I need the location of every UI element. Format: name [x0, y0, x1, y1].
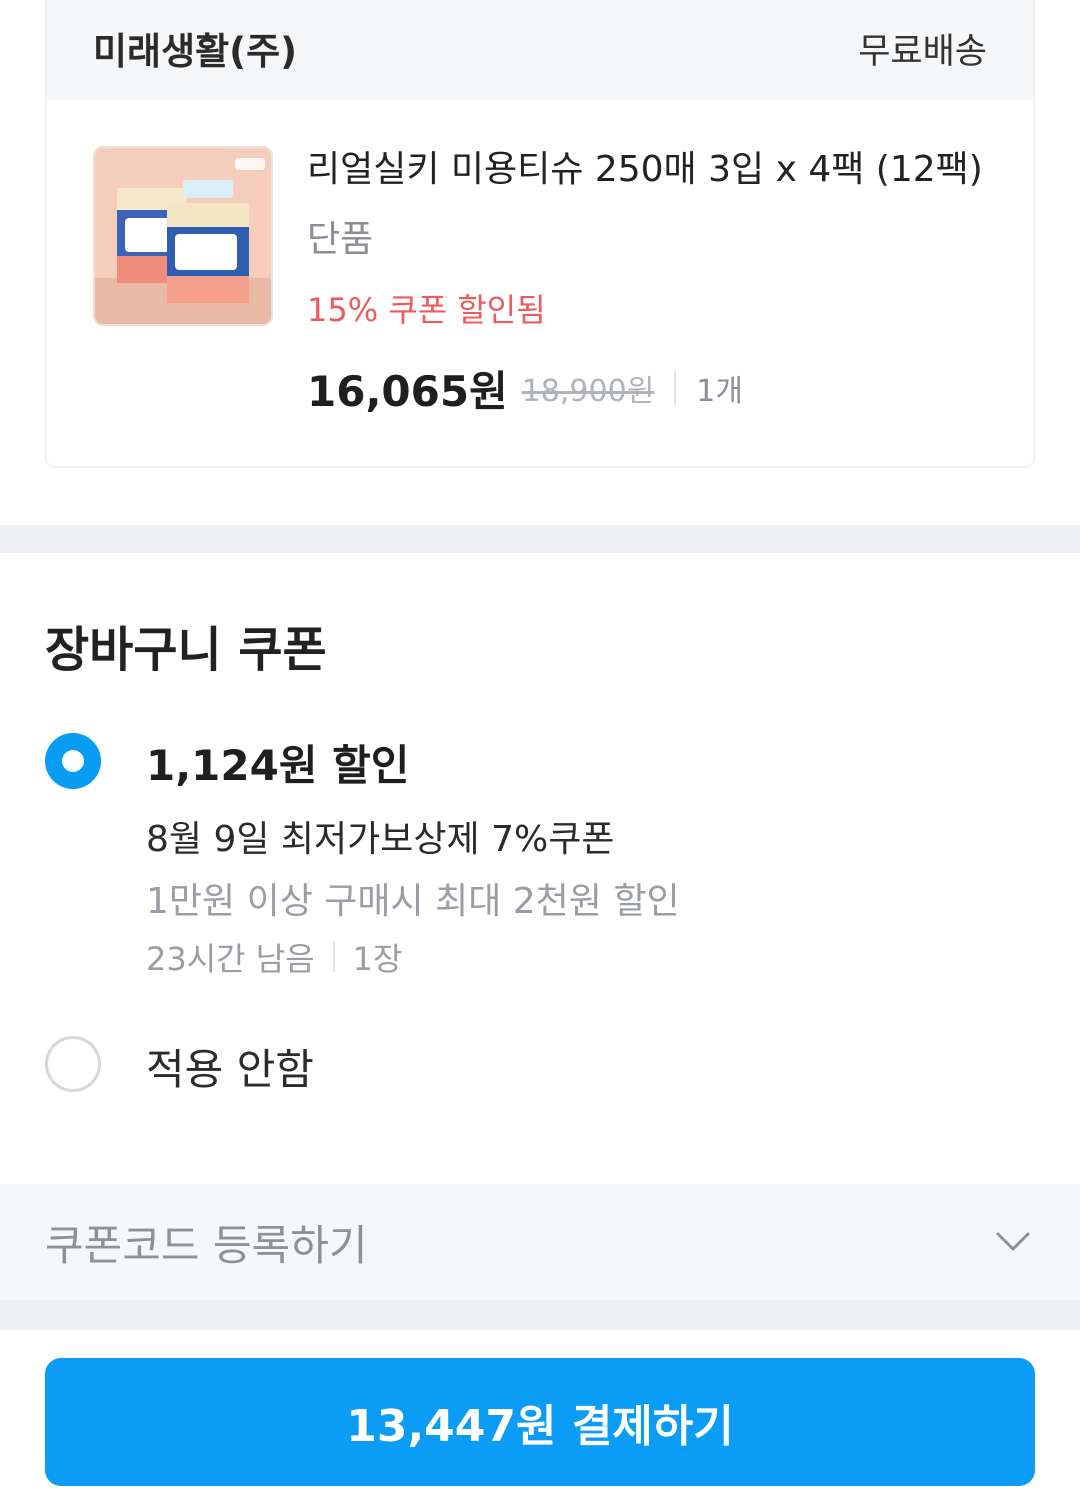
coupon-discount-amount[interactable]: 1,124원 할인	[146, 732, 409, 793]
coupon-name: 8월 9일 최저가보상제 7%쿠폰	[146, 819, 615, 860]
product-name[interactable]: 리얼실키 미용티슈 250매 3입 x 4팩 (12팩)	[307, 146, 1013, 194]
coupon-radio-selected[interactable]	[45, 733, 101, 789]
chevron-down-icon[interactable]	[991, 1220, 1035, 1264]
section-divider	[0, 1300, 1080, 1330]
coupon-count: 1장	[352, 940, 403, 978]
cart-coupon-title: 장바구니 쿠폰	[45, 622, 327, 678]
section-divider	[0, 525, 1080, 553]
pay-button[interactable]: 13,447원 결제하기	[45, 1358, 1035, 1486]
seller-card: 미래생활(주) 무료배송 리얼실키 미용티슈 250매 3입 x 4팩 (12팩…	[45, 0, 1035, 468]
coupon-code-label: 쿠폰코드 등록하기	[45, 1220, 368, 1270]
coupon-applied-text: 15% 쿠폰 할인됨	[307, 291, 546, 329]
price-final: 16,065원	[307, 366, 508, 416]
divider	[674, 371, 677, 405]
product-thumbnail[interactable]	[93, 146, 273, 326]
product-option: 단품	[307, 219, 374, 260]
no-coupon-option[interactable]: 적용 안함	[146, 1036, 314, 1097]
product-info: 리얼실키 미용티슈 250매 3입 x 4팩 (12팩) 단품 15% 쿠폰 할…	[307, 146, 1013, 416]
coupon-condition: 1만원 이상 구매시 최대 2천원 할인	[146, 881, 680, 922]
seller-name: 미래생활(주)	[93, 30, 298, 73]
product-row: 리얼실키 미용티슈 250매 3입 x 4팩 (12팩) 단품 15% 쿠폰 할…	[47, 100, 1033, 466]
divider	[332, 942, 335, 972]
quantity: 1개	[696, 374, 743, 409]
price-original: 18,900원	[521, 374, 655, 409]
shipping-badge: 무료배송	[858, 31, 987, 72]
coupon-radio-none[interactable]	[45, 1036, 101, 1092]
coupon-meta: 23시간 남음 1장	[146, 932, 402, 982]
coupon-time-left: 23시간 남음	[146, 940, 315, 978]
seller-header: 미래생활(주) 무료배송	[47, 0, 1033, 100]
tissue-box-icon	[95, 148, 271, 324]
price-row: 16,065원 18,900원 1개	[307, 360, 1013, 416]
coupon-code-toggle[interactable]: 쿠폰코드 등록하기	[0, 1184, 1080, 1300]
